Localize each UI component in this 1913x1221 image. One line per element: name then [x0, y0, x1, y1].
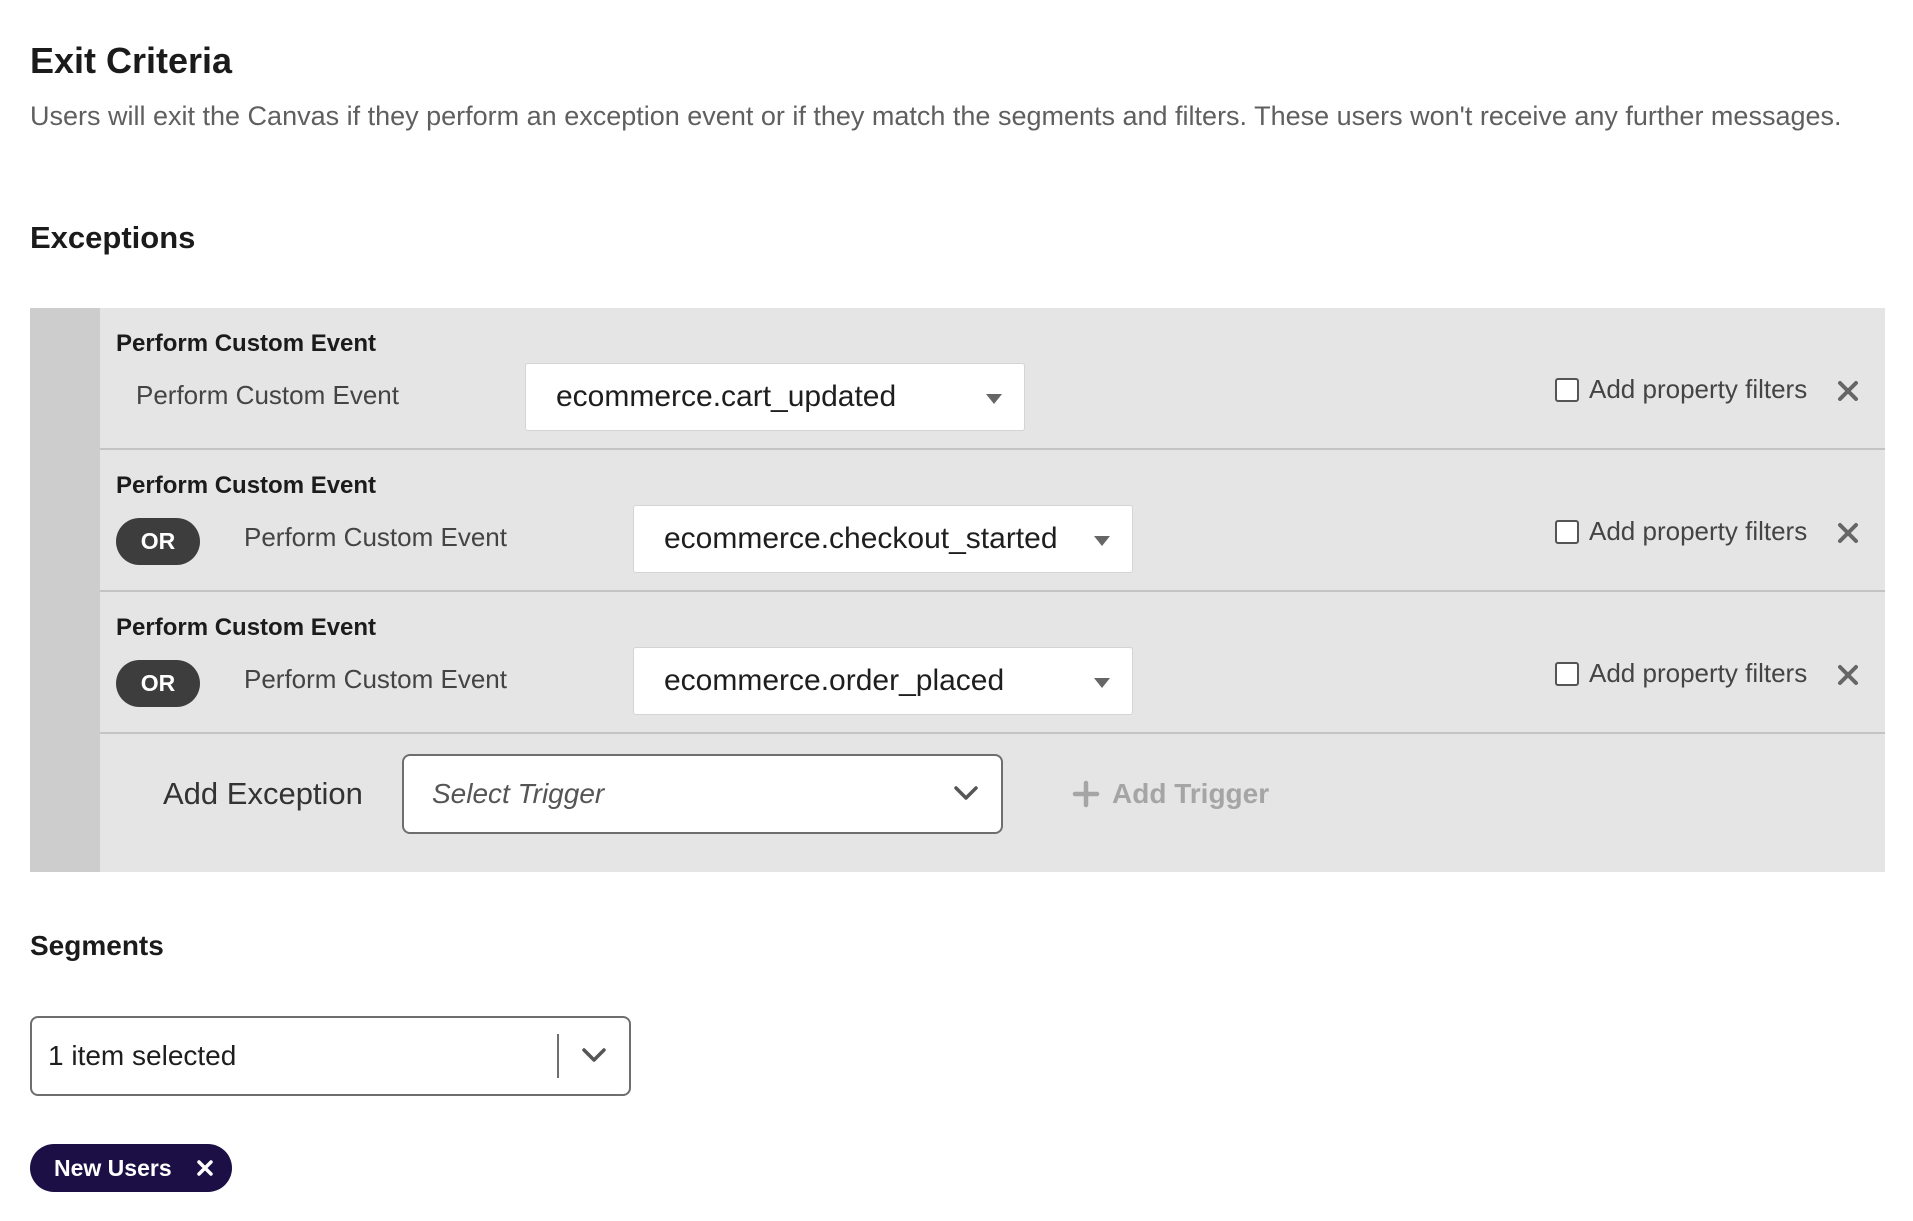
property-filters-label: Add property filters [1589, 374, 1808, 404]
event-select[interactable]: ecommerce.checkout_started [633, 505, 1133, 573]
property-filters-checkbox[interactable] [1555, 519, 1579, 544]
property-filters-checkbox[interactable] [1555, 377, 1579, 402]
event-select-value: ecommerce.cart_updated [556, 380, 897, 413]
select-trigger-dropdown[interactable]: Select Trigger [402, 754, 1003, 834]
page-title: Exit Criteria [30, 40, 233, 81]
event-type-label: Perform Custom Event [136, 380, 399, 410]
exception-row: Perform Custom Event Perform Custom Even… [100, 308, 1885, 450]
exception-row: Perform Custom Event OR Perform Custom E… [100, 592, 1885, 734]
segments-dropdown-divider [557, 1034, 559, 1078]
page-description: Users will exit the Canvas if they perfo… [30, 101, 1842, 131]
segment-tag: New Users [30, 1144, 232, 1192]
select-trigger-placeholder: Select Trigger [432, 778, 605, 809]
event-select[interactable]: ecommerce.cart_updated [525, 363, 1025, 431]
exceptions-panel-bar [30, 308, 100, 872]
segments-title: Segments [30, 930, 164, 961]
exception-row-label: Perform Custom Event [116, 614, 377, 641]
exceptions-title: Exceptions [30, 220, 196, 255]
property-filters-label: Add property filters [1589, 658, 1808, 688]
plus-icon [1072, 780, 1100, 808]
chevron-down-icon [953, 784, 979, 807]
add-trigger-button[interactable]: Add Trigger [1072, 778, 1269, 810]
close-icon[interactable] [196, 1159, 214, 1177]
exception-row: Perform Custom Event OR Perform Custom E… [100, 450, 1885, 592]
segments-selected-value: 1 item selected [48, 1040, 237, 1071]
exceptions-panel: Perform Custom Event Perform Custom Even… [30, 308, 1885, 872]
property-filters-checkbox[interactable] [1555, 661, 1579, 686]
add-property-filters[interactable]: Add property filters [1555, 374, 1807, 405]
event-select-value: ecommerce.order_placed [664, 664, 1005, 697]
add-property-filters[interactable]: Add property filters [1555, 658, 1807, 689]
add-exception-row: Add Exception Select Trigger Add Trigger [100, 734, 1885, 872]
segments-dropdown[interactable]: 1 item selected [30, 1016, 631, 1096]
exception-row-label: Perform Custom Event [116, 472, 377, 499]
close-icon[interactable] [1833, 518, 1863, 548]
caret-down-icon [1094, 678, 1110, 688]
or-operator-badge: OR [116, 518, 200, 565]
segment-tag-label: New Users [54, 1154, 172, 1181]
event-select[interactable]: ecommerce.order_placed [633, 647, 1133, 715]
close-icon[interactable] [1833, 376, 1863, 406]
close-icon[interactable] [1833, 660, 1863, 690]
exception-row-label: Perform Custom Event [116, 330, 377, 357]
caret-down-icon [986, 394, 1002, 404]
event-type-label: Perform Custom Event [244, 664, 507, 694]
or-operator-badge: OR [116, 660, 200, 707]
add-exception-label: Add Exception [163, 776, 363, 811]
caret-down-icon [1094, 536, 1110, 546]
chevron-down-icon[interactable] [581, 1046, 607, 1069]
property-filters-label: Add property filters [1589, 516, 1808, 546]
add-property-filters[interactable]: Add property filters [1555, 516, 1807, 547]
event-type-label: Perform Custom Event [244, 522, 507, 552]
add-trigger-label: Add Trigger [1112, 778, 1270, 809]
event-select-value: ecommerce.checkout_started [664, 522, 1058, 555]
